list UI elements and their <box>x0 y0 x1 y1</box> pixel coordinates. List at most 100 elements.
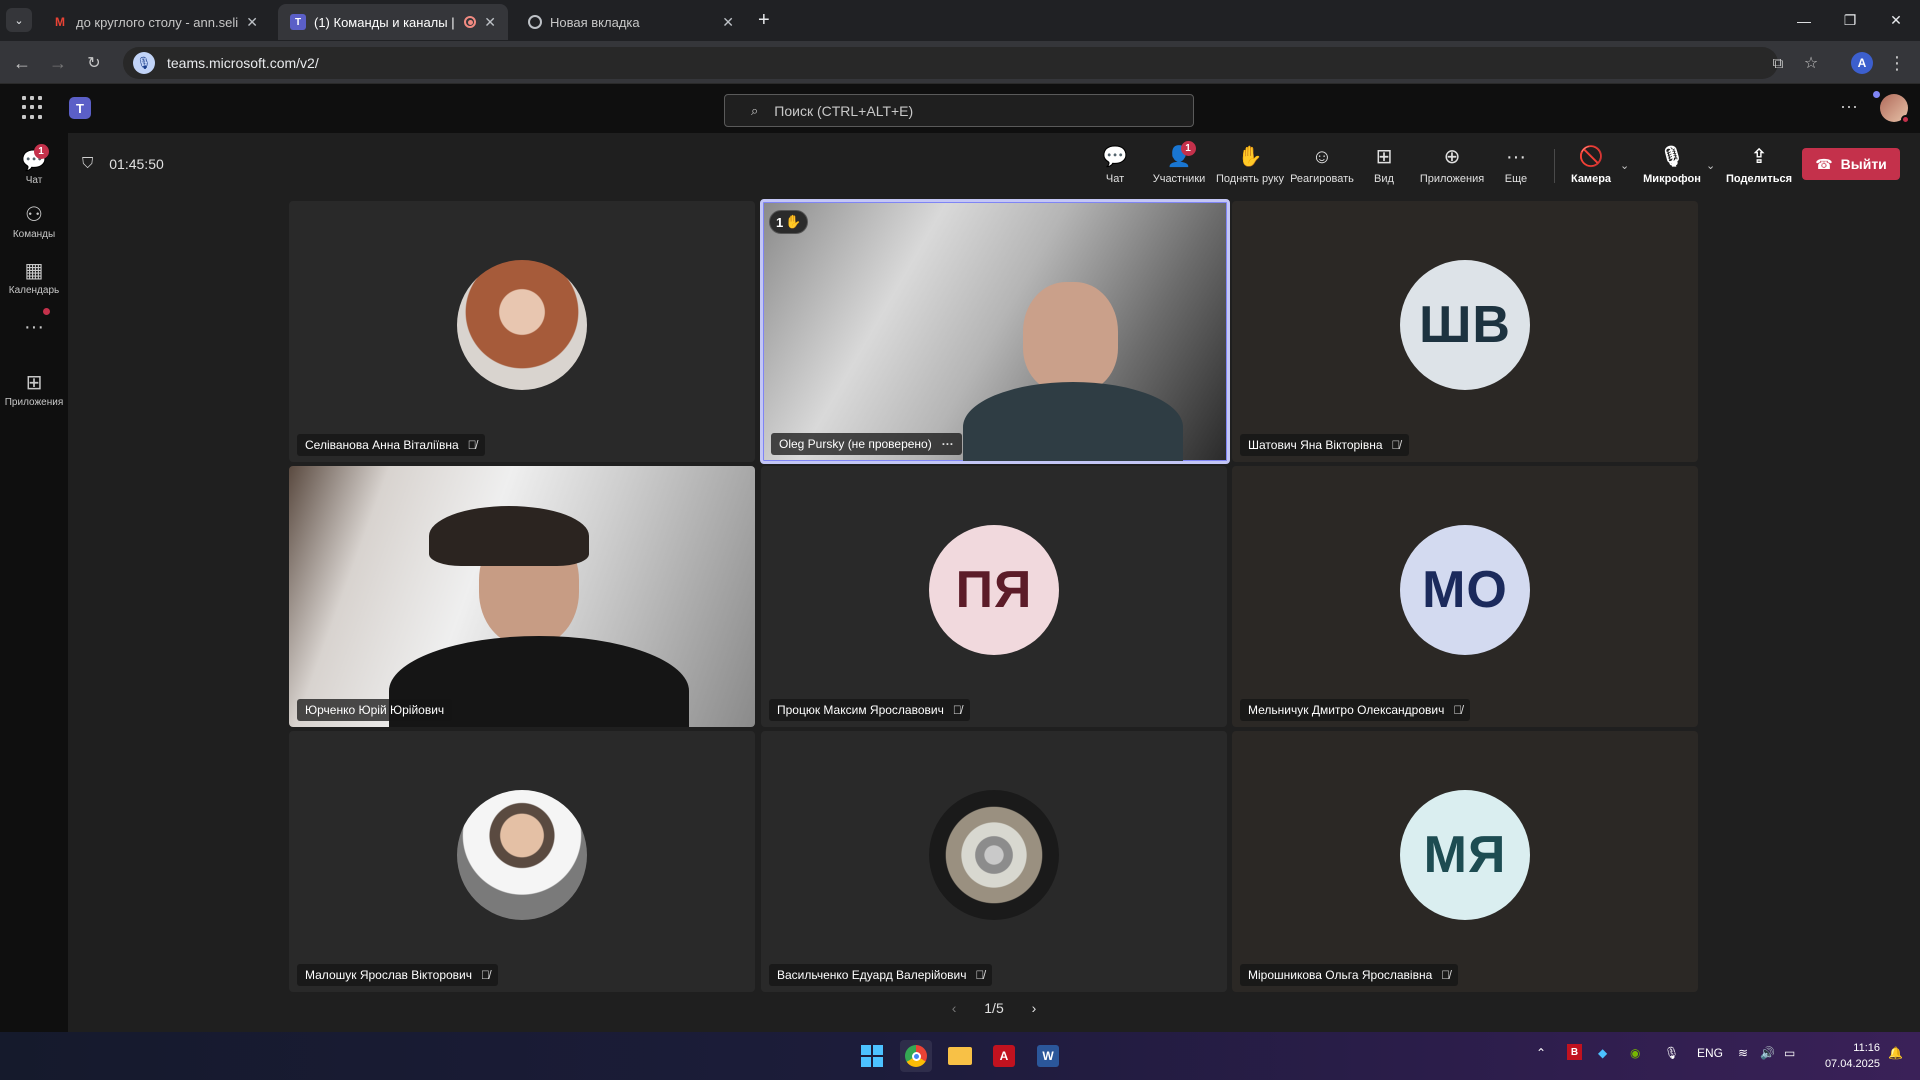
participant-nameplate: Шатович Яна Вікторівна 🎙̸ <box>1240 434 1409 456</box>
microphone-permission-icon[interactable]: 🎙 <box>133 52 155 74</box>
rail-item-chat[interactable]: 💬 1 Чат <box>0 141 68 195</box>
settings-more-icon[interactable]: ··· <box>1840 96 1858 117</box>
participant-initials-avatar: ШВ <box>1400 259 1530 390</box>
windows-start-icon[interactable] <box>856 1040 888 1072</box>
participant-tile[interactable]: Малошук Ярослав Вікторович 🎙̸ <box>289 731 755 992</box>
battery-icon[interactable]: ▭ <box>1784 1046 1795 1060</box>
forward-icon[interactable]: → <box>44 49 72 77</box>
hand-icon: ✋ <box>785 214 802 229</box>
back-icon[interactable]: ← <box>8 49 36 77</box>
tab-new[interactable]: Новая вкладка ✕ <box>516 4 746 40</box>
rail-item-calendar[interactable]: ▦ Календарь <box>0 251 68 305</box>
word-icon[interactable]: W <box>1032 1040 1064 1072</box>
more-button[interactable]: ··· Еще <box>1496 145 1536 191</box>
participant-tile[interactable]: МЯ Мірошникова Ольга Ярославівна 🎙̸ <box>1232 731 1698 992</box>
prev-page-icon[interactable]: ‹ <box>952 1000 957 1016</box>
next-page-icon[interactable]: › <box>1032 1000 1037 1016</box>
microphone-button[interactable]: 🎙 Микрофон <box>1640 145 1704 191</box>
chat-button[interactable]: 💬 Чат <box>1090 145 1140 191</box>
page-indicator: 1/5 <box>984 1000 1004 1016</box>
tab-gmail[interactable]: M до круглого столу - ann.selivan ✕ <box>40 4 270 40</box>
grid-view-icon: ⊞ <box>1375 146 1393 168</box>
tab-search-button[interactable]: ⌄ <box>6 8 32 32</box>
rail-item-more[interactable]: ··· <box>0 301 68 355</box>
rail-item-teams[interactable]: ⚇ Команды <box>0 195 68 249</box>
new-tab-button[interactable]: + <box>758 9 770 32</box>
gmail-icon: M <box>55 15 65 29</box>
rail-item-apps[interactable]: ⊞ Приложения <box>0 363 68 417</box>
wifi-icon[interactable]: ≋ <box>1738 1046 1748 1060</box>
file-explorer-icon[interactable] <box>944 1040 976 1072</box>
more-options-icon[interactable]: ··· <box>942 437 954 451</box>
bookmark-star-icon[interactable]: ☆ <box>1797 49 1825 77</box>
apps-button[interactable]: ⊕ Приложения <box>1414 145 1490 191</box>
mic-muted-icon: 🎙̸ <box>1441 968 1451 982</box>
camera-options-chevron-icon[interactable]: ⌄ <box>1620 159 1629 172</box>
participant-tile[interactable]: ПЯ Процюк Максим Ярославович 🎙̸ <box>761 466 1227 727</box>
chat-icon: 💬 1 <box>22 144 49 172</box>
tab-teams[interactable]: T (1) Команды и каналы | кр ✕ <box>278 4 508 40</box>
language-indicator[interactable]: ENG <box>1697 1046 1723 1060</box>
volume-icon[interactable]: 🔊 <box>1760 1046 1775 1060</box>
window-close-icon[interactable]: ✕ <box>1873 0 1919 41</box>
tray-nvidia-icon[interactable]: ◉ <box>1630 1046 1640 1060</box>
mic-muted-icon: 🎙̸ <box>975 968 985 982</box>
tray-defender-icon[interactable]: ◆ <box>1598 1046 1607 1060</box>
participants-icon: 👤 1 <box>1167 141 1196 169</box>
close-icon[interactable]: ✕ <box>484 14 496 31</box>
tray-overflow-icon[interactable]: ⌃ <box>1536 1046 1546 1060</box>
tab-title: Новая вкладка <box>550 14 640 30</box>
participants-button[interactable]: 👤 1 Участники <box>1146 141 1212 191</box>
profile-avatar[interactable]: A <box>1848 49 1876 77</box>
participant-tile[interactable]: Васильченко Едуард Валерійович 🎙̸ <box>761 731 1227 992</box>
mic-options-chevron-icon[interactable]: ⌄ <box>1706 159 1715 172</box>
rail-label: Приложения <box>4 397 64 408</box>
participant-photo <box>457 789 587 920</box>
teams-icon: T <box>290 14 306 30</box>
participant-tile[interactable]: Юрченко Юрій Юрійович <box>289 466 755 727</box>
user-avatar[interactable] <box>1873 91 1910 124</box>
tray-app-icon[interactable]: B <box>1567 1044 1582 1060</box>
tray-mic-icon[interactable]: 🎙 <box>1664 1046 1679 1060</box>
rail-label: Команды <box>12 229 56 240</box>
leave-button[interactable]: ☎ Выйти <box>1802 148 1900 180</box>
apps-icon: ⊞ <box>25 372 43 394</box>
participant-photo <box>457 259 587 390</box>
participant-tile[interactable]: Селіванова Анна Віталіївна 🎙̸ <box>289 201 755 462</box>
restore-icon[interactable]: ❐ <box>1827 0 1873 41</box>
close-icon[interactable]: ✕ <box>722 14 734 31</box>
search-input[interactable]: ⌕ Поиск (CTRL+ALT+E) <box>724 94 1194 127</box>
rail-label: Календарь <box>8 285 60 296</box>
share-button[interactable]: ⇪ Поделиться <box>1726 145 1792 191</box>
participant-tile-active-speaker[interactable]: 1 ✋ Oleg Pursky (не проверено) ··· <box>760 199 1230 464</box>
participant-tile[interactable]: ШВ Шатович Яна Вікторівна 🎙̸ <box>1232 201 1698 462</box>
address-bar[interactable]: 🎙 teams.microsoft.com/v2/ <box>123 47 1778 79</box>
meeting-timer: ⛉ 01:45:50 <box>82 155 164 172</box>
camera-button[interactable]: 🚫 Камера <box>1566 145 1616 191</box>
participant-nameplate: Мірошникова Ольга Ярославівна 🎙̸ <box>1240 964 1459 986</box>
acrobat-icon[interactable]: A <box>988 1040 1020 1072</box>
minimize-icon[interactable]: — <box>1781 0 1827 41</box>
reload-icon[interactable]: ↻ <box>80 49 108 77</box>
notifications-icon[interactable]: 🔔 <box>1888 1046 1903 1060</box>
participant-name: Селіванова Анна Віталіївна <box>305 438 459 452</box>
participant-name: Мірошникова Ольга Ярославівна <box>1248 968 1433 982</box>
react-button[interactable]: ☺ Реагировать <box>1288 145 1356 191</box>
meeting-controls-bar: ⛉ 01:45:50 💬 Чат 👤 1 Участники ✋ Поднять… <box>68 133 1920 197</box>
tab-title: (1) Команды и каналы | кр <box>314 14 459 30</box>
participant-nameplate: Селіванова Анна Віталіївна 🎙̸ <box>297 434 485 456</box>
participant-name: Васильченко Едуард Валерійович <box>777 968 967 982</box>
search-placeholder: Поиск (CTRL+ALT+E) <box>774 102 914 119</box>
browser-menu-icon[interactable]: ⋮ <box>1883 49 1911 77</box>
participant-tile[interactable]: МО Мельничук Дмитро Олександрович 🎙̸ <box>1232 466 1698 727</box>
close-icon[interactable]: ✕ <box>246 14 258 31</box>
cast-icon[interactable]: ⧉ <box>1764 49 1792 77</box>
chat-badge: 1 <box>33 144 49 159</box>
app-launcher-icon[interactable] <box>22 96 46 120</box>
teams-header: T ⌕ Поиск (CTRL+ALT+E) ··· <box>0 84 1920 133</box>
view-button[interactable]: ⊞ Вид <box>1364 145 1404 191</box>
url-text[interactable]: teams.microsoft.com/v2/ <box>167 55 319 71</box>
taskbar-clock[interactable]: 11:16 07.04.2025 <box>1818 1040 1880 1072</box>
raise-hand-button[interactable]: ✋ Поднять руку <box>1212 145 1288 191</box>
chrome-taskbar-icon[interactable] <box>900 1040 932 1072</box>
